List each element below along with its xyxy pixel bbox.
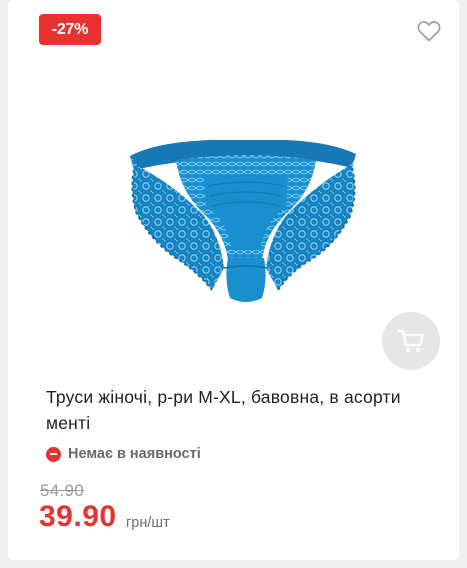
favorite-button[interactable] bbox=[416, 19, 442, 43]
product-image[interactable] bbox=[116, 120, 378, 370]
discount-badge: -27% bbox=[39, 14, 101, 45]
product-title[interactable]: Труси жіночі, р-ри M-XL, бавовна, в асор… bbox=[46, 384, 436, 436]
current-price: 39.90 bbox=[39, 500, 117, 533]
add-to-cart-button[interactable] bbox=[382, 312, 440, 370]
product-card[interactable]: -27% Труси жіночі, р-ри M-XL, бавовна, в… bbox=[8, 0, 459, 560]
old-price: 54.90 bbox=[40, 481, 85, 500]
price-unit: грн/шт bbox=[126, 515, 170, 531]
out-of-stock-icon bbox=[46, 446, 61, 462]
stock-status: Немає в наявності bbox=[46, 444, 201, 464]
stock-status-label: Немає в наявності bbox=[68, 446, 201, 462]
heart-outline-icon bbox=[417, 21, 441, 42]
shopping-cart-icon bbox=[397, 329, 425, 352]
